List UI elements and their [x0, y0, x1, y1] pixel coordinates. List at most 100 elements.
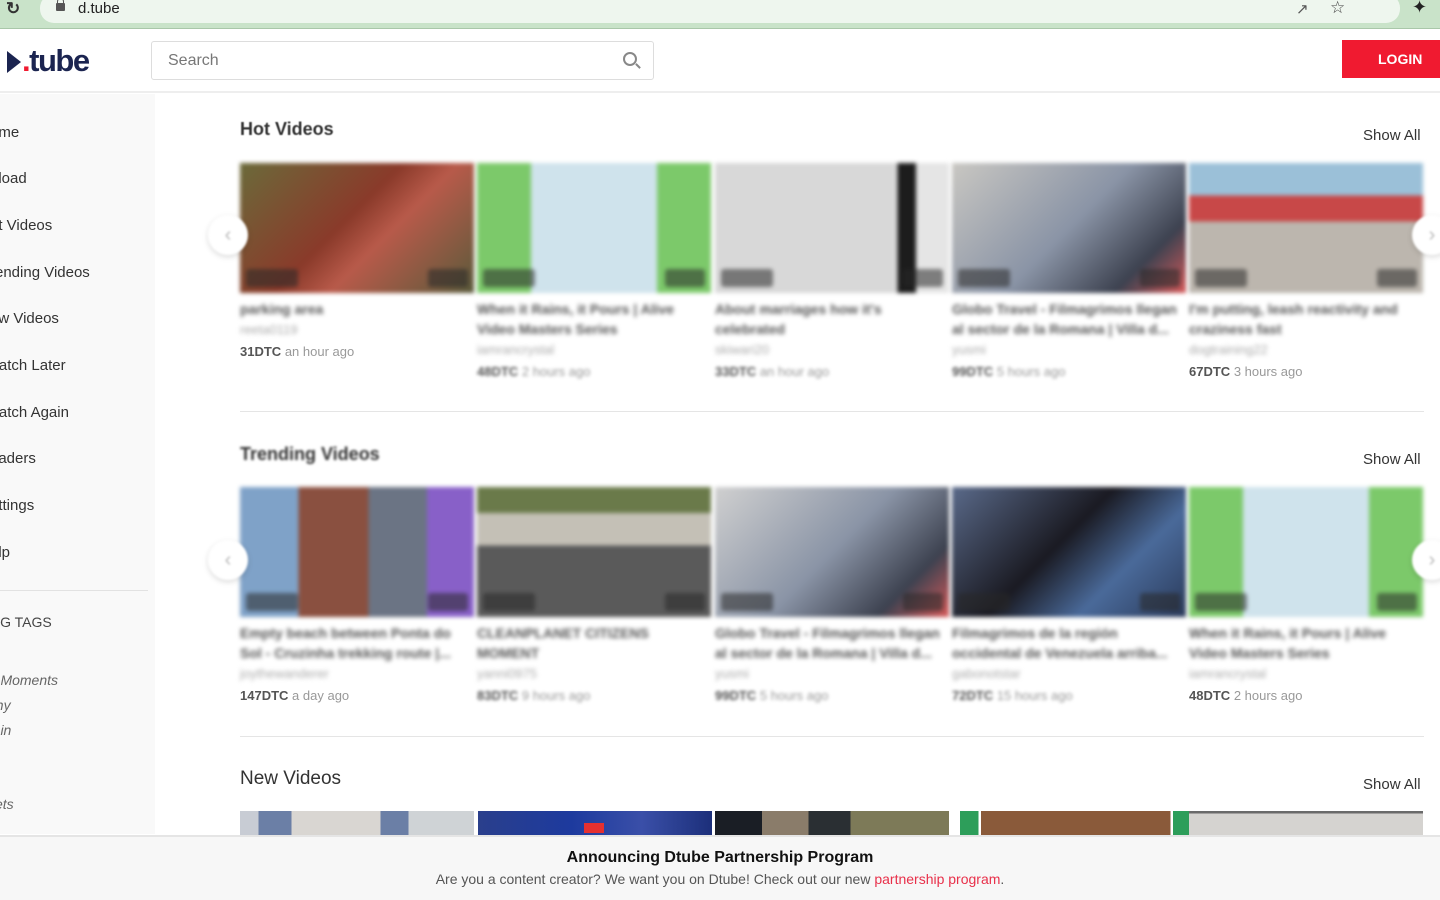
video-card[interactable]: parking area reeta0119 31DTC an hour ago: [240, 163, 474, 363]
video-thumbnail[interactable]: [952, 163, 1186, 293]
video-thumbnail[interactable]: [1189, 163, 1423, 293]
duration-badge: [1140, 269, 1180, 287]
video-thumbnail[interactable]: [952, 487, 1186, 617]
video-thumbnail[interactable]: [240, 487, 474, 617]
video-title[interactable]: Globo Travel - Filmagrimos llegan al sec…: [952, 299, 1186, 339]
hot-show-all-link[interactable]: Show All: [1363, 127, 1421, 144]
video-title[interactable]: About marriages how it's celebrated: [715, 299, 949, 339]
search-input[interactable]: [152, 42, 653, 79]
sidebar-item-home[interactable]: ome: [0, 124, 19, 141]
address-bar[interactable]: d.tube: [40, 0, 1400, 23]
duration-badge: [665, 593, 705, 611]
video-thumbnail[interactable]: [477, 163, 711, 293]
time-ago: an hour ago: [284, 344, 355, 359]
video-author[interactable]: reeta0119: [240, 319, 474, 341]
sidebar-tag[interactable]: sets: [0, 796, 14, 812]
video-thumbnail[interactable]: [715, 487, 949, 617]
video-thumbnail[interactable]: [478, 811, 712, 835]
video-meta: 99DTC 5 hours ago: [952, 361, 1186, 383]
sidebar-item-hot-videos[interactable]: ot Videos: [0, 217, 52, 234]
sidebar-item-settings[interactable]: ettings: [0, 497, 34, 514]
sidebar-item-upload[interactable]: pload: [0, 170, 27, 187]
video-card[interactable]: When it Rains, it Pours | Alive Video Ma…: [1189, 487, 1423, 707]
trending-prev-arrow[interactable]: ‹: [208, 540, 248, 580]
video-title[interactable]: I'm putting, leash reactivity and crazin…: [1189, 299, 1423, 339]
sidebar-item-watch-later[interactable]: Vatch Later: [0, 357, 66, 374]
announcement-suffix: .: [1000, 871, 1005, 887]
duration-badge: [1377, 269, 1417, 287]
video-author[interactable]: yanni0975: [477, 663, 711, 685]
sidebar-tag[interactable]: rain: [0, 722, 11, 738]
video-title[interactable]: Empty beach between Ponta do Sol - Cruzi…: [240, 623, 474, 663]
video-author[interactable]: yusmi: [952, 339, 1186, 361]
section-divider: [240, 411, 1424, 412]
video-thumbnail[interactable]: [240, 163, 474, 293]
sidebar-item-watch-again[interactable]: Vatch Again: [0, 404, 69, 421]
dtc-value: 48DTC: [1189, 688, 1231, 703]
extensions-icon[interactable]: ✦: [1412, 0, 1427, 18]
video-author[interactable]: iamrancrystal: [1189, 663, 1423, 685]
video-card[interactable]: When it Rains, it Pours | Alive Video Ma…: [477, 163, 711, 383]
trending-show-all-link[interactable]: Show All: [1363, 451, 1421, 468]
video-author[interactable]: skiwari20: [715, 339, 949, 361]
sidebar-item-help[interactable]: elp: [0, 544, 10, 561]
video-card[interactable]: Empty beach between Ponta do Sol - Cruzi…: [240, 487, 474, 707]
trending-tags-title: NG TAGS: [0, 614, 52, 630]
time-ago: 2 hours ago: [1233, 688, 1303, 703]
login-button[interactable]: LOGIN: [1342, 40, 1440, 78]
video-thumbnail[interactable]: [715, 163, 949, 293]
views-badge: [721, 269, 773, 287]
hot-prev-arrow[interactable]: ‹: [208, 215, 248, 255]
dtube-logo[interactable]: D.tube: [7, 43, 90, 79]
url-text[interactable]: d.tube: [78, 0, 120, 17]
video-author[interactable]: yusmi: [715, 663, 949, 685]
star-icon[interactable]: ☆: [1330, 0, 1345, 18]
video-thumbnail[interactable]: [715, 811, 949, 835]
video-meta: 48DTC 2 hours ago: [1189, 685, 1423, 707]
sidebar-item-new-videos[interactable]: ew Videos: [0, 310, 59, 327]
video-meta: 33DTC an hour ago: [715, 361, 949, 383]
lock-icon[interactable]: [56, 0, 65, 11]
dtc-value: 67DTC: [1189, 364, 1231, 379]
video-meta: 72DTC 15 hours ago: [952, 685, 1186, 707]
search-icon[interactable]: [623, 52, 637, 66]
video-author[interactable]: gabonotstar: [952, 663, 1186, 685]
announcement-body: Are you a content creator? We want you o…: [435, 871, 875, 887]
video-meta: 48DTC 2 hours ago: [477, 361, 711, 383]
dtc-value: 48DTC: [477, 364, 519, 379]
video-thumbnail[interactable]: [960, 811, 1194, 835]
sidebar-item-leaders[interactable]: eaders: [0, 450, 36, 467]
sidebar-tag[interactable]: phy: [0, 697, 11, 713]
video-title[interactable]: When it Rains, it Pours | Alive Video Ma…: [1189, 623, 1423, 663]
reload-icon[interactable]: ↻: [6, 0, 26, 18]
video-title[interactable]: Filmagrimos de la región occidental de V…: [952, 623, 1186, 663]
video-title[interactable]: Globo Travel - Filmagrimos llegan al sec…: [715, 623, 949, 663]
time-ago: 3 hours ago: [1233, 364, 1303, 379]
hot-videos-title: Hot Videos: [240, 119, 334, 139]
dtc-value: 147DTC: [240, 688, 289, 703]
video-card[interactable]: Globo Travel - Filmagrimos llegan al sec…: [952, 163, 1186, 383]
video-card[interactable]: Filmagrimos de la región occidental de V…: [952, 487, 1186, 707]
video-thumbnail[interactable]: [240, 811, 474, 835]
video-title[interactable]: CLEANPLANET CITIZENS MOMENT: [477, 623, 711, 663]
video-card[interactable]: I'm putting, leash reactivity and crazin…: [1189, 163, 1423, 383]
video-card[interactable]: About marriages how it's celebrated skiwa…: [715, 163, 949, 383]
video-card[interactable]: CLEANPLANET CITIZENS MOMENT yanni0975 83DT…: [477, 487, 711, 707]
sidebar-tag[interactable]: o-Moments: [0, 672, 58, 688]
video-thumbnail[interactable]: [477, 487, 711, 617]
video-title[interactable]: parking area: [240, 299, 474, 319]
video-title[interactable]: When it Rains, it Pours | Alive Video Ma…: [477, 299, 711, 339]
video-card[interactable]: Globo Travel - Filmagrimos llegan al sec…: [715, 487, 949, 707]
sidebar-item-trending-videos[interactable]: rending Videos: [0, 264, 90, 281]
video-author[interactable]: iamrancrystal: [477, 339, 711, 361]
views-badge: [1195, 269, 1247, 287]
time-ago: an hour ago: [759, 364, 830, 379]
video-author[interactable]: joythewanderer: [240, 663, 474, 685]
new-show-all-link[interactable]: Show All: [1363, 776, 1421, 793]
share-icon[interactable]: ↗: [1296, 0, 1309, 18]
video-thumbnail[interactable]: [1189, 487, 1423, 617]
video-thumbnail[interactable]: [1189, 811, 1423, 835]
partnership-program-link[interactable]: partnership program: [874, 871, 1000, 887]
announcement-banner: Announcing Dtube Partnership Program Are…: [0, 835, 1440, 900]
video-author[interactable]: dogtraining22: [1189, 339, 1423, 361]
